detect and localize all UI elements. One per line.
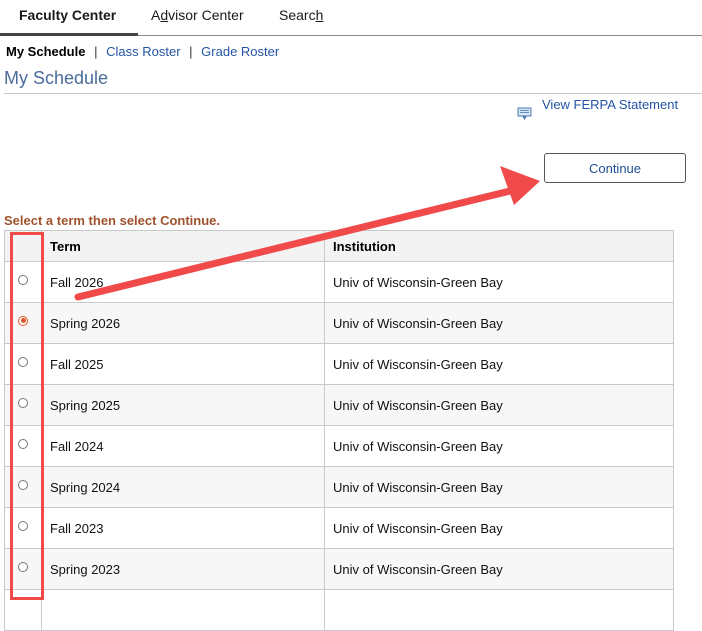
table-row[interactable]: Spring 2024 Univ of Wisconsin-Green Bay <box>4 466 674 508</box>
radio-cell <box>4 302 42 344</box>
table-row[interactable]: Fall 2023 Univ of Wisconsin-Green Bay <box>4 507 674 549</box>
term-cell: Spring 2025 <box>41 384 325 426</box>
radio-cell <box>4 343 42 385</box>
header-select <box>4 230 42 262</box>
term-radio[interactable] <box>18 397 28 408</box>
instruction-text: Select a term then select Continue. <box>4 213 221 228</box>
term-cell: Spring 2026 <box>41 302 325 344</box>
ferpa-statement[interactable]: View FERPA Statement <box>517 97 678 121</box>
term-radio[interactable] <box>18 520 28 531</box>
institution-cell: Univ of Wisconsin-Green Bay <box>324 302 674 344</box>
term-cell: Fall 2026 <box>41 261 325 303</box>
institution-cell: Univ of Wisconsin-Green Bay <box>324 261 674 303</box>
term-cell: Fall 2025 <box>41 343 325 385</box>
table-row[interactable]: Fall 2024 Univ of Wisconsin-Green Bay <box>4 425 674 467</box>
term-radio[interactable] <box>18 438 28 449</box>
radio-cell <box>4 589 42 631</box>
term-radio[interactable] <box>18 479 28 490</box>
page-title: My Schedule <box>4 68 109 88</box>
table-row[interactable]: Fall 2026 Univ of Wisconsin-Green Bay <box>4 261 674 303</box>
header-institution: Institution <box>324 230 674 262</box>
subnav-separator: | <box>94 44 98 59</box>
term-cell: Spring 2024 <box>41 466 325 508</box>
table-row[interactable]: Spring 2025 Univ of Wisconsin-Green Bay <box>4 384 674 426</box>
subnav-class-roster-link[interactable]: Class Roster <box>106 44 180 59</box>
term-cell: Fall 2023 <box>41 507 325 549</box>
term-radio-selected[interactable] <box>18 315 28 326</box>
term-radio[interactable] <box>18 274 28 285</box>
term-radio[interactable] <box>18 356 28 367</box>
radio-cell <box>4 466 42 508</box>
ferpa-statement-link[interactable]: View FERPA Statement <box>542 97 678 112</box>
subnav-separator: | <box>189 44 193 59</box>
radio-cell <box>4 384 42 426</box>
institution-cell: Univ of Wisconsin-Green Bay <box>324 343 674 385</box>
institution-cell: Univ of Wisconsin-Green Bay <box>324 466 674 508</box>
radio-cell <box>4 425 42 467</box>
title-divider <box>4 93 702 94</box>
subnav-my-schedule: My Schedule <box>6 44 86 59</box>
active-tab-indicator <box>0 33 138 36</box>
institution-cell <box>324 589 674 631</box>
term-cell: Fall 2024 <box>41 425 325 467</box>
continue-button[interactable]: Continue <box>544 153 686 183</box>
table-row <box>4 589 674 631</box>
sub-navigation: My Schedule | Class Roster | Grade Roste… <box>6 44 279 59</box>
document-icon <box>517 107 532 120</box>
tab-faculty-center[interactable]: Faculty Center <box>19 7 116 23</box>
tab-search[interactable]: Search <box>279 7 323 23</box>
table-header-row: Term Institution <box>4 230 674 262</box>
top-tab-bar: Faculty Center Advisor Center Search <box>0 0 702 36</box>
header-term: Term <box>41 230 325 262</box>
term-cell: Spring 2023 <box>41 548 325 590</box>
radio-cell <box>4 507 42 549</box>
term-cell <box>41 589 325 631</box>
table-row[interactable]: Fall 2025 Univ of Wisconsin-Green Bay <box>4 343 674 385</box>
table-row[interactable]: Spring 2026 Univ of Wisconsin-Green Bay <box>4 302 674 344</box>
institution-cell: Univ of Wisconsin-Green Bay <box>324 507 674 549</box>
term-radio[interactable] <box>18 561 28 572</box>
radio-cell <box>4 548 42 590</box>
term-table: Term Institution Fall 2026 Univ of Wisco… <box>4 230 674 631</box>
tab-advisor-center[interactable]: Advisor Center <box>151 7 244 23</box>
institution-cell: Univ of Wisconsin-Green Bay <box>324 425 674 467</box>
radio-cell <box>4 261 42 303</box>
subnav-grade-roster-link[interactable]: Grade Roster <box>201 44 279 59</box>
institution-cell: Univ of Wisconsin-Green Bay <box>324 384 674 426</box>
institution-cell: Univ of Wisconsin-Green Bay <box>324 548 674 590</box>
table-row[interactable]: Spring 2023 Univ of Wisconsin-Green Bay <box>4 548 674 590</box>
